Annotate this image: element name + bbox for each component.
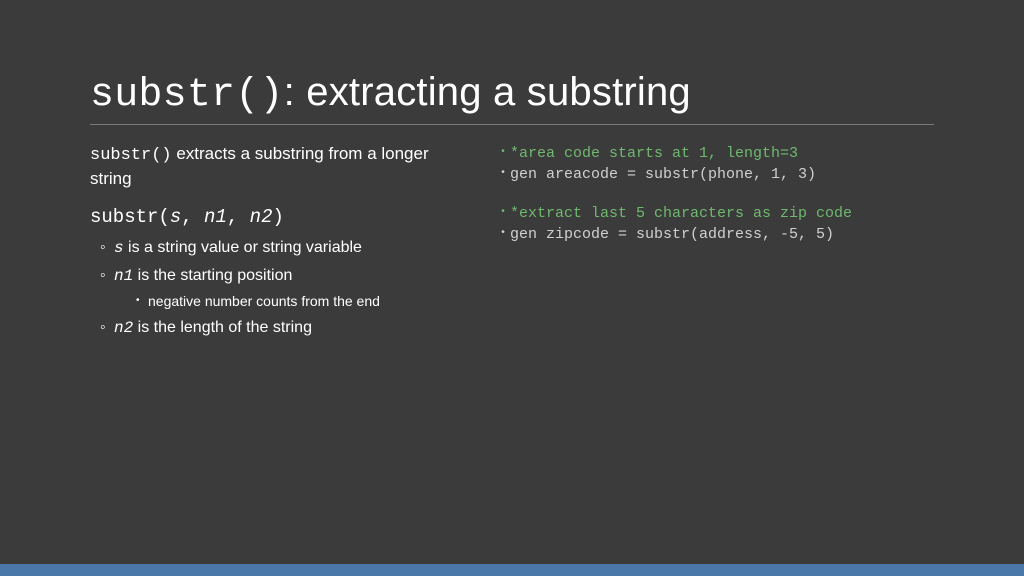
title-sep: : [284, 70, 307, 114]
param-s-rest: is a string value or string variable [124, 239, 362, 256]
param-n1-rest: is the starting position [133, 267, 292, 284]
right-column: *area code starts at 1, length=3 gen are… [500, 143, 934, 345]
param-n1-note: negative number counts from the end [136, 292, 470, 311]
param-s: s is a string value or string variable [100, 237, 470, 260]
content-columns: substr() extracts a substring from a lon… [90, 143, 934, 345]
intro-paragraph: substr() extracts a substring from a lon… [90, 143, 470, 191]
code-comment-2: *extract last 5 characters as zip code [500, 203, 934, 224]
left-column: substr() extracts a substring from a lon… [90, 143, 470, 345]
param-n1-code: n1 [114, 267, 133, 285]
code-comment-1: *area code starts at 1, length=3 [500, 143, 934, 164]
param-n1-sublist: negative number counts from the end [114, 292, 470, 311]
param-n2-rest: is the length of the string [133, 319, 312, 336]
intro-code: substr() [90, 146, 172, 165]
slide: substr(): extracting a substring substr(… [0, 0, 1024, 576]
code-gap [500, 185, 934, 203]
code-command-1: gen areacode = substr(phone, 1, 3) [500, 164, 934, 185]
sig-post: ) [272, 206, 283, 228]
sig-c2: , [227, 206, 250, 228]
footer-bar [0, 564, 1024, 576]
slide-title: substr(): extracting a substring [90, 70, 934, 125]
sig-n1: n1 [204, 206, 227, 228]
sig-pre: substr( [90, 206, 170, 228]
title-code: substr() [90, 73, 284, 118]
param-n1: n1 is the starting position negative num… [100, 265, 470, 310]
code-command-2: gen zipcode = substr(address, -5, 5) [500, 224, 934, 245]
param-s-code: s [114, 239, 124, 257]
title-rest: extracting a substring [306, 70, 691, 114]
signature: substr(s, n1, n2) [90, 205, 470, 231]
sig-n2: n2 [250, 206, 273, 228]
param-n2-code: n2 [114, 319, 133, 337]
sig-c1: , [181, 206, 204, 228]
param-list: s is a string value or string variable n… [90, 237, 470, 340]
param-n2: n2 is the length of the string [100, 317, 470, 340]
sig-s: s [170, 206, 181, 228]
